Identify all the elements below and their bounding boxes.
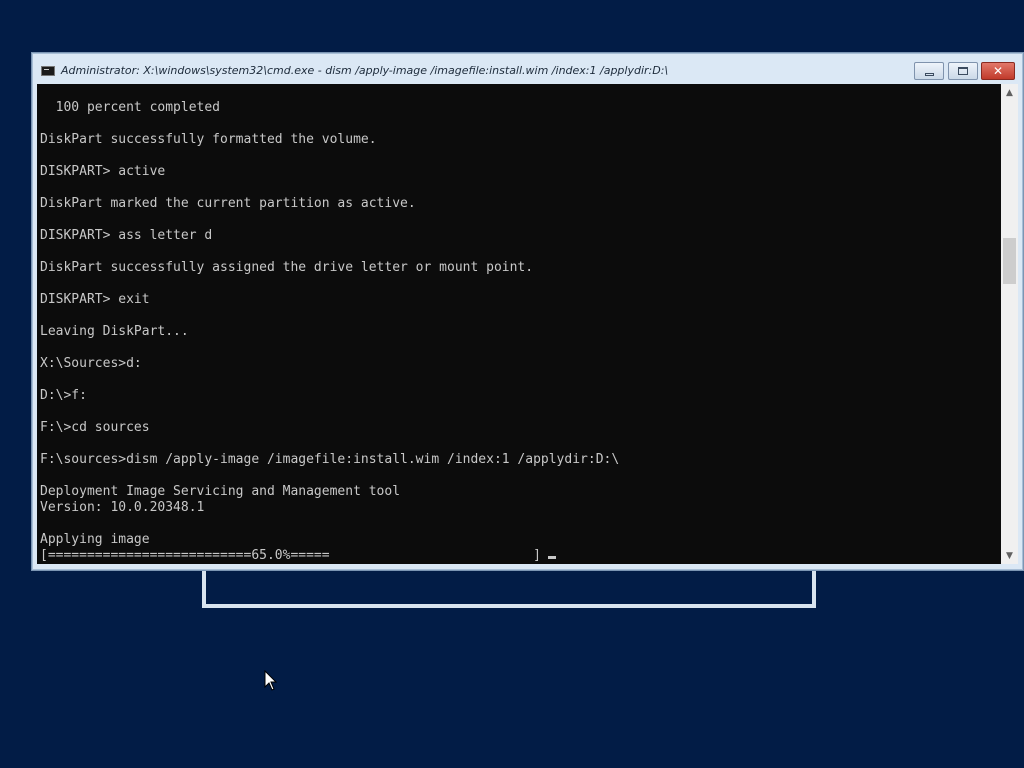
maximize-button[interactable] (948, 62, 978, 80)
console-line: 100 percent completed (40, 100, 221, 115)
text-cursor (547, 556, 556, 559)
close-icon: ✕ (992, 64, 1004, 78)
minimize-button[interactable] (914, 62, 944, 80)
console-line: X:\Sources>d: (40, 356, 142, 371)
console-line: DiskPart marked the current partition as… (40, 196, 416, 211)
scroll-thumb[interactable] (1003, 238, 1016, 284)
vertical-scrollbar[interactable]: ▲ ▼ (1001, 84, 1018, 564)
console-line: Version: 10.0.20348.1 (40, 500, 205, 515)
minimize-icon (924, 72, 934, 76)
console-line: Deployment Image Servicing and Managemen… (40, 484, 401, 499)
maximize-icon (958, 67, 968, 75)
console-line: D:\>f: (40, 388, 87, 403)
window-title: Administrator: X:\windows\system32\cmd.e… (61, 64, 669, 77)
console-line: F:\>cd sources (40, 420, 150, 435)
mouse-pointer-icon (264, 670, 278, 691)
console-text: 100 percent completed DiskPart successful… (40, 100, 619, 564)
console-output-area[interactable]: 100 percent completed DiskPart successful… (37, 84, 1001, 564)
console-line: DiskPart successfully formatted the volu… (40, 132, 377, 147)
console-line: Leaving DiskPart... (40, 324, 189, 339)
close-button[interactable]: ✕ (981, 62, 1015, 80)
console-line: DiskPart successfully assigned the drive… (40, 260, 534, 275)
scroll-up-arrow-icon[interactable]: ▲ (1001, 84, 1018, 101)
progress-line: [==========================65.0%===== ] (40, 548, 619, 564)
title-bar[interactable]: Administrator: X:\windows\system32\cmd.e… (33, 54, 1022, 84)
cmd-icon[interactable] (41, 66, 55, 76)
console-window[interactable]: Administrator: X:\windows\system32\cmd.e… (32, 53, 1023, 570)
console-line: DISKPART> active (40, 164, 166, 179)
console-line: DISKPART> ass letter d (40, 228, 213, 243)
scroll-down-arrow-icon[interactable]: ▼ (1001, 547, 1018, 564)
console-line: DISKPART> exit (40, 292, 150, 307)
desktop: Administrator: X:\windows\system32\cmd.e… (0, 0, 1024, 768)
console-line: F:\sources>dism /apply-image /imagefile:… (40, 452, 620, 467)
progress-bar-text: [==========================65.0%===== ] (40, 548, 541, 563)
console-line: Applying image (40, 532, 150, 547)
